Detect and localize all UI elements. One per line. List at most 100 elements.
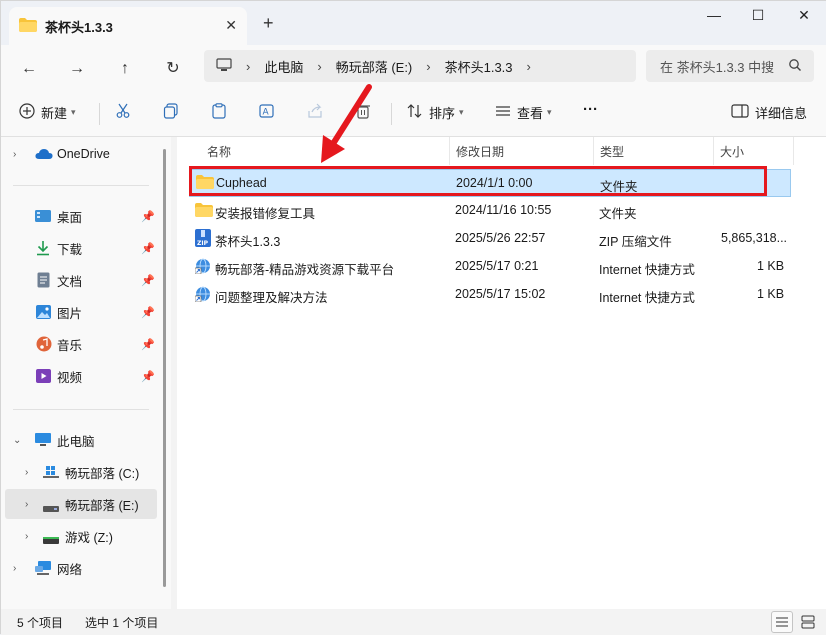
file-name: 安装报错修复工具 xyxy=(215,207,316,221)
file-size: 5,865,318... xyxy=(721,231,788,245)
address-bar[interactable]: › 此电脑 › 畅玩部落 (E:) › 茶杯头1.3.3 › xyxy=(204,50,636,82)
network-icon xyxy=(35,561,51,578)
sidebar-item-documents[interactable]: 文档 📌 xyxy=(1,265,159,295)
zip-icon: ZIP xyxy=(195,229,211,250)
sidebar-item-pictures[interactable]: 图片 📌 xyxy=(1,297,159,327)
windows-drive-icon xyxy=(43,466,59,481)
paste-button[interactable] xyxy=(211,103,227,122)
chevron-right-icon: › xyxy=(25,498,29,510)
file-type: Internet 快捷方式 xyxy=(599,291,695,305)
sidebar-scrollbar[interactable] xyxy=(163,149,166,587)
sidebar-label: 视频 xyxy=(57,370,83,385)
file-size: 1 KB xyxy=(757,287,785,301)
minimize-button[interactable]: — xyxy=(691,7,737,31)
rename-button[interactable]: A xyxy=(259,103,275,122)
new-button[interactable]: 新建 ▾ xyxy=(19,103,76,122)
monitor-icon xyxy=(35,433,51,450)
file-name: 问题整理及解决方法 xyxy=(215,291,328,305)
sidebar-item-downloads[interactable]: 下载 📌 xyxy=(1,233,159,263)
list-icon xyxy=(776,617,788,627)
file-row[interactable]: 安装报错修复工具 2024/11/16 10:55 文件夹 xyxy=(189,197,791,225)
sidebar-label: 网络 xyxy=(57,562,83,577)
video-icon xyxy=(36,369,51,386)
clipboard-icon xyxy=(211,103,227,122)
plus-circle-icon xyxy=(19,103,35,122)
music-icon xyxy=(36,336,52,355)
column-header-name[interactable]: 名称 xyxy=(201,137,231,165)
file-row[interactable]: 问题整理及解决方法 2025/5/17 15:02 Internet 快捷方式 … xyxy=(189,281,791,309)
tab-close-icon[interactable]: ✕ xyxy=(225,17,237,34)
pin-icon[interactable]: 📌 xyxy=(141,338,155,351)
breadcrumb-separator: › xyxy=(317,58,322,74)
pin-icon[interactable]: 📌 xyxy=(141,274,155,287)
tab-title: 茶杯头1.3.3 xyxy=(45,19,113,35)
command-bar: 新建 ▾ A 排序 ▾ 查看 ▾ ··· 详细信息 xyxy=(1,91,826,137)
column-header-type[interactable]: 类型 xyxy=(594,137,624,165)
sidebar-item-this-pc[interactable]: ⌄ 此电脑 xyxy=(1,425,159,455)
pin-icon[interactable]: 📌 xyxy=(141,242,155,255)
refresh-icon[interactable]: ↻ xyxy=(159,55,187,83)
sidebar-item-drive-e[interactable]: › 畅玩部落 (E:) xyxy=(5,489,157,519)
sidebar-item-onedrive[interactable]: › OneDrive xyxy=(1,139,159,169)
column-header-modified[interactable]: 修改日期 xyxy=(450,137,504,165)
title-bar: 茶杯头1.3.3 ✕ + — ☐ ✕ xyxy=(1,1,826,45)
new-tab-button[interactable]: + xyxy=(263,13,274,34)
sidebar-item-videos[interactable]: 视频 📌 xyxy=(1,361,159,391)
address-row: ← → ↑ ↻ › 此电脑 › 畅玩部落 (E:) › 茶杯头1.3.3 › 在… xyxy=(1,45,826,91)
scissors-icon xyxy=(115,103,131,122)
details-pane-button[interactable]: 详细信息 xyxy=(731,103,807,122)
forward-icon[interactable]: → xyxy=(63,55,91,83)
toolbar-divider xyxy=(391,103,392,125)
view-label: 查看 xyxy=(517,106,544,121)
back-icon[interactable]: ← xyxy=(15,55,43,83)
view-lines-icon xyxy=(495,103,511,122)
breadcrumb-drive[interactable]: 畅玩部落 (E:) xyxy=(336,57,413,76)
folder-icon xyxy=(195,203,213,220)
breadcrumb-folder[interactable]: 茶杯头1.3.3 xyxy=(445,57,513,76)
file-row[interactable]: ZIP 茶杯头1.3.3 2025/5/26 22:57 ZIP 压缩文件 5,… xyxy=(189,225,791,253)
pin-icon[interactable]: 📌 xyxy=(141,306,155,319)
close-window-button[interactable]: ✕ xyxy=(781,7,826,31)
sort-button[interactable]: 排序 ▾ xyxy=(407,103,464,122)
file-row[interactable]: 畅玩部落-精品游戏资源下载平台 2025/5/17 0:21 Internet … xyxy=(189,253,791,281)
chevron-down-icon: ⌄ xyxy=(13,434,22,446)
pin-icon[interactable]: 📌 xyxy=(141,210,155,223)
view-button[interactable]: 查看 ▾ xyxy=(495,103,552,122)
more-options-button[interactable]: ··· xyxy=(583,101,598,118)
new-label: 新建 xyxy=(41,106,68,121)
chevron-down-icon: ▾ xyxy=(71,107,76,117)
sidebar-label: 文档 xyxy=(57,274,83,289)
chevron-right-icon: › xyxy=(25,466,29,478)
pin-icon[interactable]: 📌 xyxy=(141,370,155,383)
sidebar-divider xyxy=(13,409,149,410)
sidebar-item-drive-c[interactable]: › 畅玩部落 (C:) xyxy=(1,457,159,487)
status-bar: 5 个项目 选中 1 个项目 xyxy=(1,609,826,635)
chevron-right-icon: › xyxy=(13,562,17,574)
copy-button[interactable] xyxy=(163,103,179,122)
maximize-button[interactable]: ☐ xyxy=(735,7,781,31)
file-type: 文件夹 xyxy=(599,207,637,221)
sidebar-label: OneDrive xyxy=(57,147,110,161)
column-divider[interactable] xyxy=(793,137,794,165)
sidebar-label: 此电脑 xyxy=(57,434,95,449)
tab-current-folder[interactable]: 茶杯头1.3.3 ✕ xyxy=(9,7,247,45)
sidebar-item-drive-z[interactable]: › 游戏 (Z:) xyxy=(1,521,159,551)
details-view-button[interactable] xyxy=(771,611,793,633)
cut-button[interactable] xyxy=(115,103,131,122)
up-icon[interactable]: ↑ xyxy=(111,55,139,83)
breadcrumb-separator: › xyxy=(246,58,251,74)
sidebar-label: 下载 xyxy=(57,242,83,257)
highlight-box xyxy=(189,166,767,196)
copy-icon xyxy=(163,103,179,122)
breadcrumb-this-pc[interactable]: 此电脑 xyxy=(264,57,303,76)
internet-shortcut-icon xyxy=(194,286,211,305)
sidebar-item-network[interactable]: › 网络 xyxy=(1,553,159,583)
search-input[interactable]: 在 茶杯头1.3.3 中搜 xyxy=(646,50,814,82)
tiles-view-button[interactable] xyxy=(797,611,819,633)
file-modified: 2024/11/16 10:55 xyxy=(455,203,552,217)
sidebar-item-desktop[interactable]: 桌面 📌 xyxy=(1,201,159,231)
desktop-icon xyxy=(35,209,51,226)
column-header-size[interactable]: 大小 xyxy=(714,137,744,165)
sort-label: 排序 xyxy=(429,106,456,121)
sidebar-item-music[interactable]: 音乐 📌 xyxy=(1,329,159,359)
